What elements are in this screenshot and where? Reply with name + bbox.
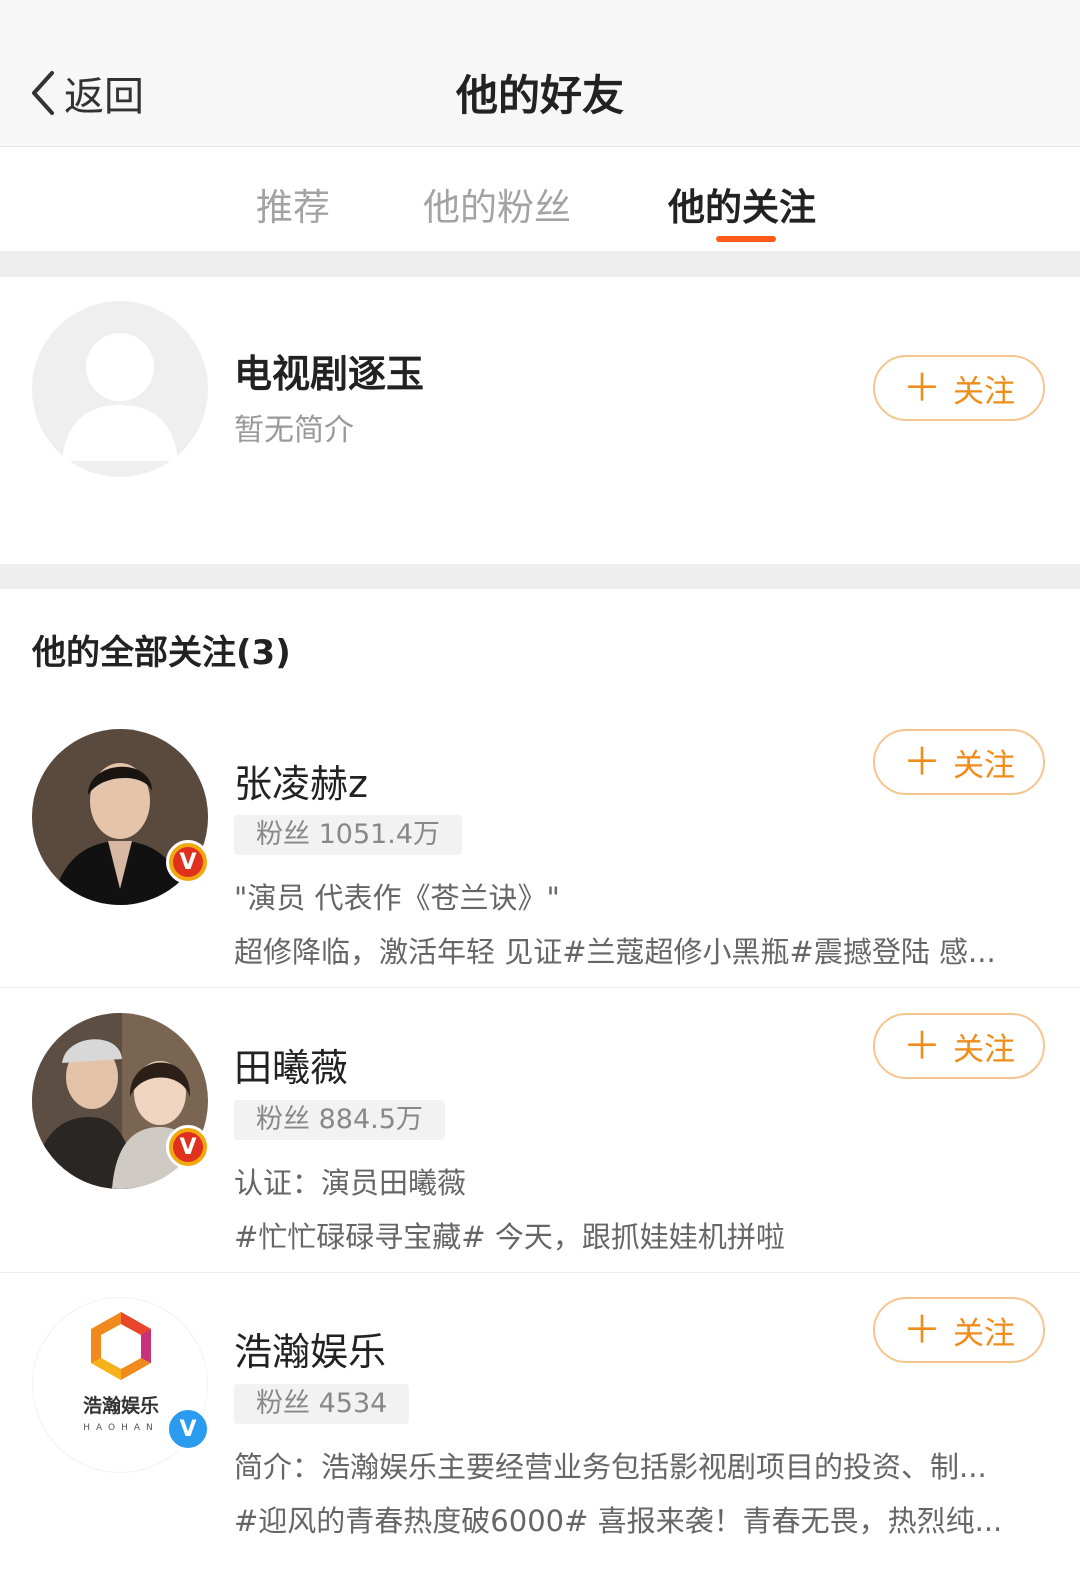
fans-count-badge: 粉丝 1051.4万 <box>234 815 463 855</box>
verified-v-gold-icon: V <box>166 840 210 884</box>
account-name[interactable]: 田曦薇 <box>234 1037 348 1092</box>
latest-post: #迎风的青春热度破6000# 喜报来袭！青春无畏，热烈纯... <box>234 1504 1003 1538</box>
follow-label: 关注 <box>953 747 1015 784</box>
list-item[interactable]: 浩瀚娱乐 HAOHAN V 浩瀚娱乐 粉丝 4534 简介：浩瀚娱乐主要经营业务… <box>0 1272 1080 1556</box>
latest-post: #忙忙碌碌寻宝藏# 今天，跟抓娃娃机拼啦 <box>234 1220 785 1254</box>
section-divider <box>0 564 1080 589</box>
tab-recommend[interactable]: 推荐 <box>256 177 330 231</box>
fans-count-badge: 粉丝 884.5万 <box>234 1100 445 1140</box>
follow-label: 关注 <box>953 1315 1015 1352</box>
verified-v-gold-icon: V <box>166 1125 210 1169</box>
account-name[interactable]: 浩瀚娱乐 <box>234 1321 386 1376</box>
following-list-title: 他的全部关注(3) <box>32 633 291 673</box>
tab-bar: 推荐 他的粉丝 他的关注 <box>0 147 1080 251</box>
following-list: 他的全部关注(3) V 张凌赫z 粉丝 1051.4万 "演员 代表作《苍兰诀》… <box>0 589 1080 1577</box>
fans-count-badge: 粉丝 4534 <box>234 1384 410 1424</box>
latest-post: 超修降临，激活年轻 见证#兰蔻超修小黑瓶#震撼登陆 感... <box>234 935 996 969</box>
follow-button[interactable]: ＋ 关注 <box>873 1013 1045 1079</box>
list-item[interactable]: V 田曦薇 粉丝 884.5万 认证：演员田曦薇 #忙忙碌碌寻宝藏# 今天，跟抓… <box>0 988 1080 1273</box>
plus-icon: ＋ <box>902 366 941 410</box>
follow-label: 关注 <box>953 1031 1015 1068</box>
follow-button[interactable]: ＋ 关注 <box>873 355 1045 421</box>
person-silhouette-icon <box>62 333 178 461</box>
haohan-logo-subtext: HAOHAN <box>83 1423 159 1433</box>
account-description: 简介：浩瀚娱乐主要经营业务包括影视剧项目的投资、制... <box>234 1450 987 1484</box>
account-name[interactable]: 电视剧逐玉 <box>234 343 424 398</box>
section-divider <box>0 251 1080 277</box>
plus-icon: ＋ <box>902 1308 941 1352</box>
follow-button[interactable]: ＋ 关注 <box>873 1297 1045 1363</box>
follow-label: 关注 <box>953 373 1015 410</box>
account-bio: 暂无简介 <box>234 413 354 448</box>
plus-icon: ＋ <box>902 1024 941 1068</box>
account-name[interactable]: 张凌赫z <box>234 753 368 808</box>
account-description: "演员 代表作《苍兰诀》" <box>234 881 560 915</box>
list-item[interactable]: V 张凌赫z 粉丝 1051.4万 "演员 代表作《苍兰诀》" 超修降临，激活年… <box>0 703 1080 988</box>
follow-button[interactable]: ＋ 关注 <box>873 729 1045 795</box>
active-tab-indicator <box>716 236 776 242</box>
page-title: 他的好友 <box>455 71 624 120</box>
default-avatar <box>32 301 208 477</box>
plus-icon: ＋ <box>902 740 941 784</box>
top-nav-bar: 返回 他的好友 <box>0 0 1080 147</box>
tab-his-following[interactable]: 他的关注 <box>668 177 816 231</box>
recommended-account-card[interactable]: 电视剧逐玉 暂无简介 ＋ 关注 <box>0 277 1080 564</box>
account-description: 认证：演员田曦薇 <box>234 1166 467 1200</box>
haohan-logo-text: 浩瀚娱乐 <box>83 1394 159 1417</box>
tab-his-fans[interactable]: 他的粉丝 <box>423 177 571 231</box>
verified-v-blue-icon: V <box>166 1407 210 1451</box>
